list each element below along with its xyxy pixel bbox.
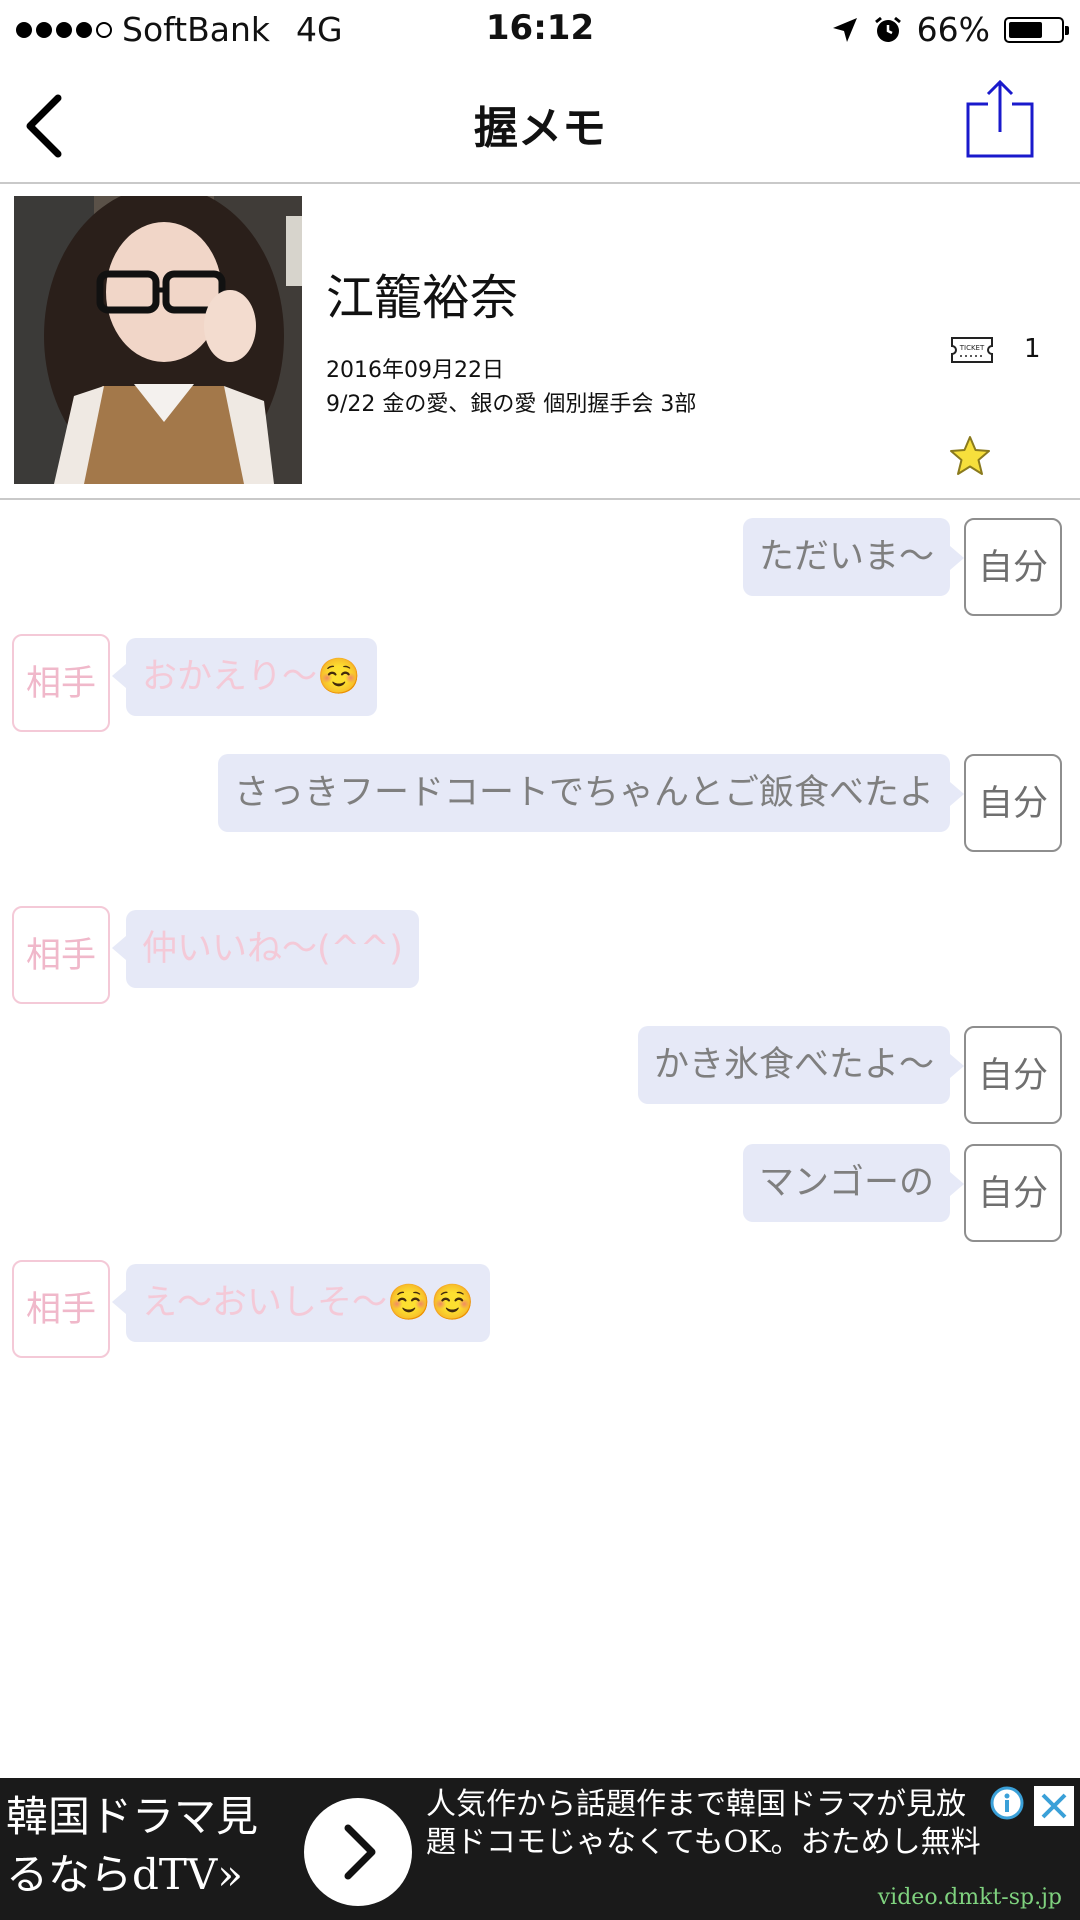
message-bubble: おかえり〜☺️ xyxy=(126,638,377,716)
message-bubble: え〜おいしそ〜☺️☺️ xyxy=(126,1264,491,1342)
self-label-box: 自分 xyxy=(964,518,1062,616)
ad-description-line2: 題ドコモじゃなくてもOK。おためし無料 xyxy=(426,1825,981,1860)
memo-header: 江籠裕奈 2016年09月22日 9/22 金の愛、銀の愛 個別握手会 3部 T… xyxy=(0,184,1080,500)
ticket-icon: TICKET xyxy=(951,337,993,363)
other-label-box: 相手 xyxy=(12,634,110,732)
message-bubble: さっきフードコートでちゃんとご飯食べたよ xyxy=(217,754,950,832)
message-bubble: かき氷食べたよ〜 xyxy=(637,1026,950,1104)
message-bubble: 仲いいね〜(^^) xyxy=(126,910,419,988)
self-label-box: 自分 xyxy=(964,1144,1062,1242)
status-right: 66% xyxy=(831,10,1069,49)
bubble-tail xyxy=(950,782,964,806)
svg-text:TICKET: TICKET xyxy=(959,344,985,352)
message-bubble: マンゴーの xyxy=(742,1144,950,1222)
memo-date: 2016年09月22日 xyxy=(326,358,504,383)
ad-banner[interactable]: 韓国ドラマ見 るならdTV» 人気作から話題作まで韓国ドラマが見放 題ドコモじゃ… xyxy=(0,1778,1080,1920)
ad-headline-line2: るならdTV» xyxy=(6,1850,243,1899)
battery-percent: 66% xyxy=(916,10,990,49)
star-icon[interactable] xyxy=(948,434,992,478)
battery-icon xyxy=(1004,16,1069,43)
bubble-tail xyxy=(950,1054,964,1078)
event-name: 9/22 金の愛、銀の愛 個別握手会 3部 xyxy=(326,392,697,417)
member-photo xyxy=(14,196,302,484)
ad-description-line1: 人気作から話題作まで韓国ドラマが見放 xyxy=(426,1787,966,1822)
ad-headline-line1: 韓国ドラマ見 xyxy=(6,1792,259,1841)
ad-arrow-button[interactable] xyxy=(304,1798,412,1906)
bubble-tail xyxy=(112,664,126,688)
bubble-tail xyxy=(950,1172,964,1196)
ticket-count: 1 xyxy=(1024,334,1041,364)
member-name: 江籠裕奈 xyxy=(326,270,519,326)
bubble-tail xyxy=(112,1290,126,1314)
ad-headline: 韓国ドラマ見 るならdTV» xyxy=(6,1788,258,1904)
chevron-right-icon xyxy=(344,1824,376,1880)
self-label-box: 自分 xyxy=(964,1026,1062,1124)
info-icon[interactable] xyxy=(990,1786,1024,1820)
location-arrow-icon xyxy=(832,17,857,42)
bubble-tail xyxy=(112,936,126,960)
nav-bar: 握メモ xyxy=(0,58,1080,184)
other-label-box: 相手 xyxy=(12,1260,110,1358)
message-bubble: ただいま〜 xyxy=(742,518,950,596)
ad-description: 人気作から話題作まで韓国ドラマが見放 題ドコモじゃなくてもOK。おためし無料 xyxy=(426,1786,981,1862)
bubble-tail xyxy=(950,546,964,570)
share-icon[interactable] xyxy=(960,78,1040,160)
status-bar: SoftBank 4G 16:12 66% xyxy=(0,0,1080,58)
other-label-box: 相手 xyxy=(12,906,110,1004)
page-title: 握メモ xyxy=(474,103,606,154)
alarm-clock-icon xyxy=(874,16,901,42)
ad-url: video.dmkt-sp.jp xyxy=(877,1885,1062,1910)
self-label-box: 自分 xyxy=(964,754,1062,852)
close-icon[interactable] xyxy=(1034,1786,1074,1826)
